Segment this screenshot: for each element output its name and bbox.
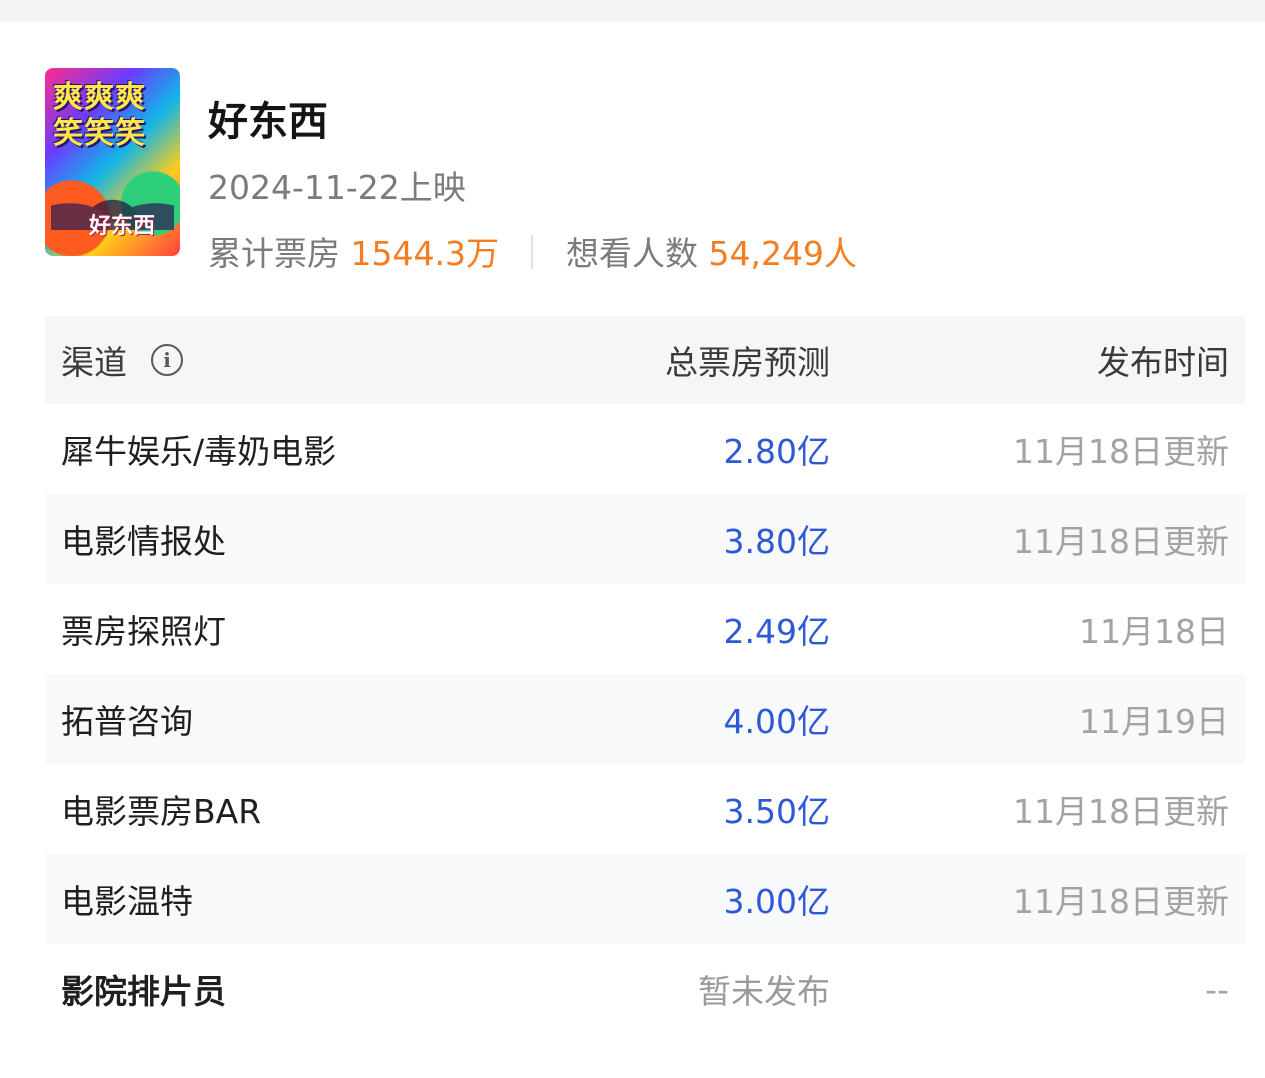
table-row[interactable]: 影院排片员 暂未发布 -- — [45, 944, 1245, 1034]
header-channel-label: 渠道 — [61, 343, 127, 382]
top-bar — [0, 0, 1265, 22]
publish-time: 11月18日更新 — [1013, 522, 1229, 561]
table-row[interactable]: 犀牛娱乐/毒奶电影 2.80亿 11月18日更新 — [45, 404, 1245, 494]
box-office-label: 累计票房 — [208, 234, 340, 273]
box-office-value: 1544.3万 — [350, 234, 499, 273]
prediction-value: 2.49亿 — [723, 612, 830, 651]
table-row[interactable]: 电影票房BAR 3.50亿 11月18日更新 — [45, 764, 1245, 854]
table-header: 渠道 i 总票房预测 发布时间 — [45, 316, 1245, 404]
publish-time: 11月19日 — [1079, 702, 1229, 741]
table-row[interactable]: 电影情报处 3.80亿 11月18日更新 — [45, 494, 1245, 584]
channel-name: 犀牛娱乐/毒奶电影 — [61, 432, 337, 471]
publish-time: 11月18日 — [1079, 612, 1229, 651]
prediction-value: 4.00亿 — [723, 702, 830, 741]
poster-tagline: 爽爽爽 笑笑笑 — [53, 80, 173, 152]
poster-title: 好东西 — [89, 213, 156, 239]
channel-name: 电影票房BAR — [61, 792, 262, 831]
movie-title[interactable]: 好东西 — [208, 96, 328, 148]
release-date: 2024-11-22上映 — [208, 168, 466, 207]
info-icon[interactable]: i — [151, 344, 183, 376]
movie-poster[interactable]: 爽爽爽 笑笑笑 好东西 — [45, 68, 180, 256]
prediction-table: 渠道 i 总票房预测 发布时间 犀牛娱乐/毒奶电影 2.80亿 11月18日更新… — [45, 316, 1245, 1034]
header-prediction: 总票房预测 — [665, 343, 830, 382]
want-to-see-value: 54,249人 — [708, 234, 857, 273]
prediction-value: 3.00亿 — [723, 882, 830, 921]
channel-name: 影院排片员 — [61, 972, 226, 1011]
publish-time: 11月18日更新 — [1013, 432, 1229, 471]
want-to-see-label: 想看人数 — [565, 234, 698, 273]
table-row[interactable]: 电影温特 3.00亿 11月18日更新 — [45, 854, 1245, 944]
channel-name: 票房探照灯 — [61, 612, 226, 651]
channel-name: 拓普咨询 — [61, 702, 193, 741]
prediction-value: 暂未发布 — [698, 972, 830, 1011]
prediction-value: 3.80亿 — [723, 522, 830, 561]
table-row[interactable]: 票房探照灯 2.49亿 11月18日 — [45, 584, 1245, 674]
publish-time: -- — [1205, 969, 1229, 1009]
channel-name: 电影温特 — [61, 882, 193, 921]
poster-tagline-line: 爽爽爽 — [53, 80, 146, 115]
prediction-value: 2.80亿 — [723, 432, 830, 471]
prediction-value: 3.50亿 — [723, 792, 830, 831]
movie-stats: 累计票房 1544.3万 想看人数 54,249人 — [208, 232, 857, 276]
poster-tagline-line: 笑笑笑 — [53, 116, 146, 151]
stats-divider — [531, 235, 534, 269]
channel-name: 电影情报处 — [61, 522, 226, 561]
publish-time: 11月18日更新 — [1013, 882, 1229, 921]
header-channel: 渠道 i — [61, 316, 183, 404]
publish-time: 11月18日更新 — [1013, 792, 1229, 831]
movie-header: 爽爽爽 笑笑笑 好东西 好东西 2024-11-22上映 累计票房 1544.3… — [0, 22, 1265, 317]
table-row[interactable]: 拓普咨询 4.00亿 11月19日 — [45, 674, 1245, 764]
header-time: 发布时间 — [1097, 343, 1229, 382]
